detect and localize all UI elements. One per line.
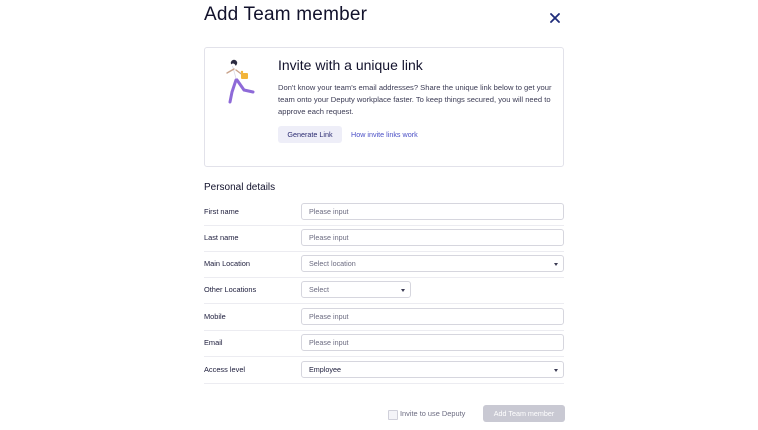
other-locations-label: Other Locations bbox=[204, 285, 257, 294]
main-location-select[interactable]: Select location bbox=[301, 255, 564, 272]
invite-link-card: Invite with a unique link Don't know you… bbox=[204, 47, 564, 167]
caret-down-icon bbox=[554, 369, 558, 372]
main-location-select-value: Select location bbox=[309, 259, 356, 268]
form-row-first-name: First name Please input bbox=[204, 200, 564, 226]
personal-details-heading: Personal details bbox=[204, 182, 276, 193]
other-locations-select[interactable]: Select bbox=[301, 281, 411, 298]
first-name-label: First name bbox=[204, 207, 239, 216]
form-row-last-name: Last name Please input bbox=[204, 226, 564, 252]
invite-to-deputy-label[interactable]: Invite to use Deputy bbox=[400, 409, 465, 418]
mobile-label: Mobile bbox=[204, 312, 226, 321]
form-row-main-location: Main Location Select location bbox=[204, 252, 564, 278]
email-input[interactable]: Please input bbox=[301, 334, 564, 351]
caret-down-icon bbox=[401, 289, 405, 292]
main-location-label: Main Location bbox=[204, 259, 251, 268]
form-row-other-locations: Other Locations Select bbox=[204, 278, 564, 304]
page-title: Add Team member bbox=[204, 4, 368, 25]
invite-to-deputy-checkbox[interactable] bbox=[388, 410, 398, 420]
other-locations-select-value: Select bbox=[309, 285, 329, 294]
caret-down-icon bbox=[554, 263, 558, 266]
form-row-mobile: Mobile Please input bbox=[204, 305, 564, 331]
access-level-label: Access level bbox=[204, 365, 246, 374]
walking-person-illustration bbox=[226, 59, 255, 104]
access-level-select-value: Employee bbox=[309, 365, 341, 374]
invite-card-description: Don't know your team's email addresses? … bbox=[278, 83, 552, 116]
mobile-input[interactable]: Please input bbox=[301, 308, 564, 325]
how-invite-links-work-link[interactable]: How invite links work bbox=[351, 130, 418, 139]
last-name-input[interactable]: Please input bbox=[301, 229, 564, 246]
form-row-email: Email Please input bbox=[204, 331, 564, 357]
close-icon bbox=[550, 13, 560, 23]
form-row-access-level: Access level Employee bbox=[204, 358, 564, 384]
last-name-label: Last name bbox=[204, 233, 239, 242]
invite-card-title: Invite with a unique link bbox=[278, 57, 423, 73]
access-level-select[interactable]: Employee bbox=[301, 361, 564, 378]
generate-link-button[interactable]: Generate Link bbox=[278, 126, 342, 143]
email-label: Email bbox=[204, 338, 223, 347]
close-button[interactable] bbox=[546, 9, 564, 27]
add-team-member-button[interactable]: Add Team member bbox=[483, 405, 565, 422]
first-name-input[interactable]: Please input bbox=[301, 203, 564, 220]
